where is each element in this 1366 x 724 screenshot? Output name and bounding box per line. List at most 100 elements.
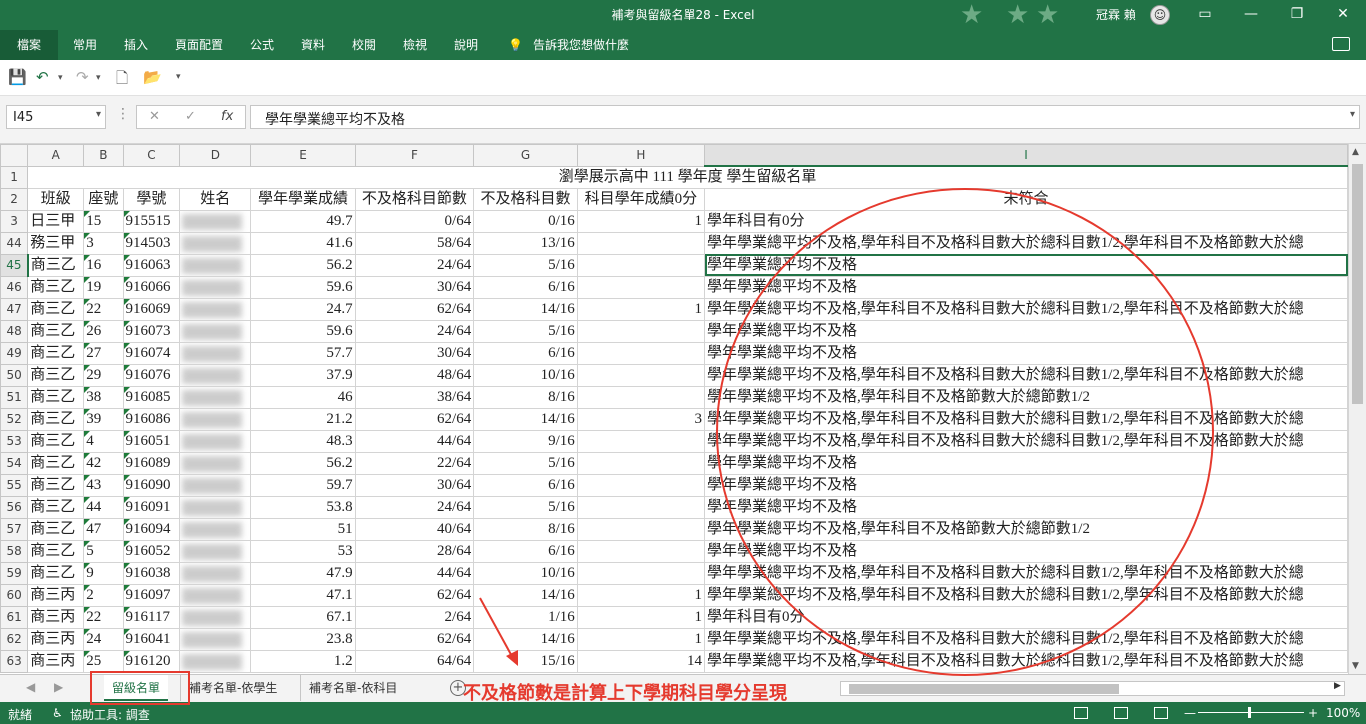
cell-failed-hours[interactable]: 28/64 [354,539,475,563]
tab-help[interactable]: 說明 [454,30,478,60]
cell-not-met[interactable]: 學年學業總平均不及格 [704,539,1348,563]
normal-view-icon[interactable] [1074,707,1088,719]
row-header[interactable]: 46 [0,275,29,299]
cell-student-id[interactable]: 916073 [122,319,181,343]
header-not-met[interactable]: 未符合 [704,187,1348,211]
cell-seat[interactable]: 27 [83,341,124,365]
cell-score[interactable]: 47.9 [250,561,356,585]
cell-score[interactable]: 41.6 [250,231,356,255]
cell-name-redacted[interactable] [179,429,252,453]
cell-name-redacted[interactable] [179,583,252,607]
cell-seat[interactable]: 43 [83,473,124,497]
cell-not-met[interactable]: 學年科目有0分 [704,209,1348,233]
column-header-b[interactable]: B [83,144,124,167]
cell-failed-hours[interactable]: 62/64 [354,297,475,321]
header-student-id[interactable]: 學號 [122,187,181,211]
cell-score[interactable]: 21.2 [250,407,356,431]
cell-class[interactable]: 商三丙 [27,627,85,651]
cell-seat[interactable]: 9 [83,561,124,585]
cell-not-met[interactable]: 學年學業總平均不及格,學年科目不及格科目數大於總科目數1/2,學年科目不及格節數… [704,363,1348,387]
cell-seat[interactable]: 22 [83,605,124,629]
row-header[interactable]: 59 [0,561,29,585]
cell-failed-subjects[interactable]: 1/16 [473,605,578,629]
formula-input[interactable]: 學年學業總平均不及格 ▾ [250,105,1360,129]
cell-zero-score[interactable]: 1 [576,627,706,651]
cell-zero-score[interactable] [576,341,706,365]
cell-not-met[interactable]: 學年學業總平均不及格,學年科目不及格科目數大於總科目數1/2,學年科目不及格節數… [704,649,1348,673]
cell-zero-score[interactable] [576,319,706,343]
cell-failed-hours[interactable]: 40/64 [354,517,475,541]
row-header[interactable]: 60 [0,583,29,607]
cell-failed-subjects[interactable]: 13/16 [473,231,578,255]
cell-not-met[interactable]: 學年科目有0分 [704,605,1348,629]
cell-class[interactable]: 日三甲 [27,209,85,233]
cell-class[interactable]: 商三丙 [27,649,85,673]
cell-class[interactable]: 商三丙 [27,605,85,629]
row-header[interactable]: 48 [0,319,29,343]
column-header-d[interactable]: D [179,144,252,167]
cell-name-redacted[interactable] [179,253,252,277]
accessibility-status[interactable]: 協助工具: 調查 [70,706,150,723]
cell-student-id[interactable]: 915515 [122,209,181,233]
horizontal-scrollbar[interactable] [840,681,1345,696]
page-layout-view-icon[interactable] [1114,707,1128,719]
cell-seat[interactable]: 29 [83,363,124,387]
cell-failed-hours[interactable]: 2/64 [354,605,475,629]
cell-score[interactable]: 24.7 [250,297,356,321]
column-header-h[interactable]: H [576,144,706,167]
row-header[interactable]: 54 [0,451,29,475]
cell-name-redacted[interactable] [179,561,252,585]
cell-failed-subjects[interactable]: 5/16 [473,319,578,343]
scroll-right-icon[interactable]: ▶ [1334,681,1341,691]
column-header-c[interactable]: C [122,144,181,167]
tab-page-layout[interactable]: 頁面配置 [175,30,223,60]
cell-name-redacted[interactable] [179,539,252,563]
cell-score[interactable]: 56.2 [250,253,356,277]
cell-zero-score[interactable]: 1 [576,297,706,321]
cell-not-met[interactable]: 學年學業總平均不及格 [704,319,1348,343]
cancel-formula-icon[interactable]: ✕ [149,109,160,124]
worksheet-grid[interactable]: A B C D E F G H I 1 瀏學展示高中 111 學年度 學生留級名… [0,144,1348,674]
tab-view[interactable]: 檢視 [403,30,427,60]
cell-not-met[interactable]: 學年學業總平均不及格,學年科目不及格科目數大於總科目數1/2,學年科目不及格節數… [704,583,1348,607]
cell-failed-hours[interactable]: 30/64 [354,275,475,299]
cell-name-redacted[interactable] [179,319,252,343]
cell-score[interactable]: 59.7 [250,473,356,497]
cell-seat[interactable]: 15 [83,209,124,233]
cell-failed-hours[interactable]: 38/64 [354,385,475,409]
tab-insert[interactable]: 插入 [124,30,148,60]
cell-student-id[interactable]: 916091 [122,495,181,519]
cell-failed-hours[interactable]: 48/64 [354,363,475,387]
cell-student-id[interactable]: 916066 [122,275,181,299]
row-header[interactable]: 47 [0,297,29,321]
cell-score[interactable]: 47.1 [250,583,356,607]
header-class[interactable]: 班級 [27,187,85,211]
redo-dropdown-icon[interactable]: ▾ [96,73,101,83]
cell-student-id[interactable]: 916089 [122,451,181,475]
scroll-up-icon[interactable]: ▲ [1352,147,1359,157]
cell-student-id[interactable]: 916097 [122,583,181,607]
cell-zero-score[interactable]: 14 [576,649,706,673]
cell-not-met[interactable]: 學年學業總平均不及格,學年科目不及格科目數大於總科目數1/2,學年科目不及格節數… [704,297,1348,321]
cell-failed-subjects[interactable]: 14/16 [473,297,578,321]
cell-name-redacted[interactable] [179,473,252,497]
cell-seat[interactable]: 25 [83,649,124,673]
cell-seat[interactable]: 26 [83,319,124,343]
cell-seat[interactable]: 44 [83,495,124,519]
column-header-f[interactable]: F [354,144,475,167]
cell-failed-subjects[interactable]: 5/16 [473,495,578,519]
vertical-scrollbar[interactable]: ▲ ▼ [1348,144,1366,674]
cell-failed-subjects[interactable]: 14/16 [473,407,578,431]
cell-failed-subjects[interactable]: 15/16 [473,649,578,673]
cell-not-met[interactable]: 學年學業總平均不及格,學年科目不及格科目數大於總科目數1/2,學年科目不及格節數… [704,407,1348,431]
sheet-tab-makeup-by-student[interactable]: 補考名單-依學生 [180,675,285,701]
cell-class[interactable]: 商三乙 [27,341,85,365]
cell-score[interactable]: 48.3 [250,429,356,453]
cell-not-met[interactable]: 學年學業總平均不及格 [704,275,1348,299]
cell-class[interactable]: 商三乙 [27,517,85,541]
cell-score[interactable]: 53.8 [250,495,356,519]
cell-score[interactable]: 51 [250,517,356,541]
cell-failed-hours[interactable]: 44/64 [354,561,475,585]
page-break-view-icon[interactable] [1154,707,1168,719]
cell-class[interactable]: 商三乙 [27,407,85,431]
